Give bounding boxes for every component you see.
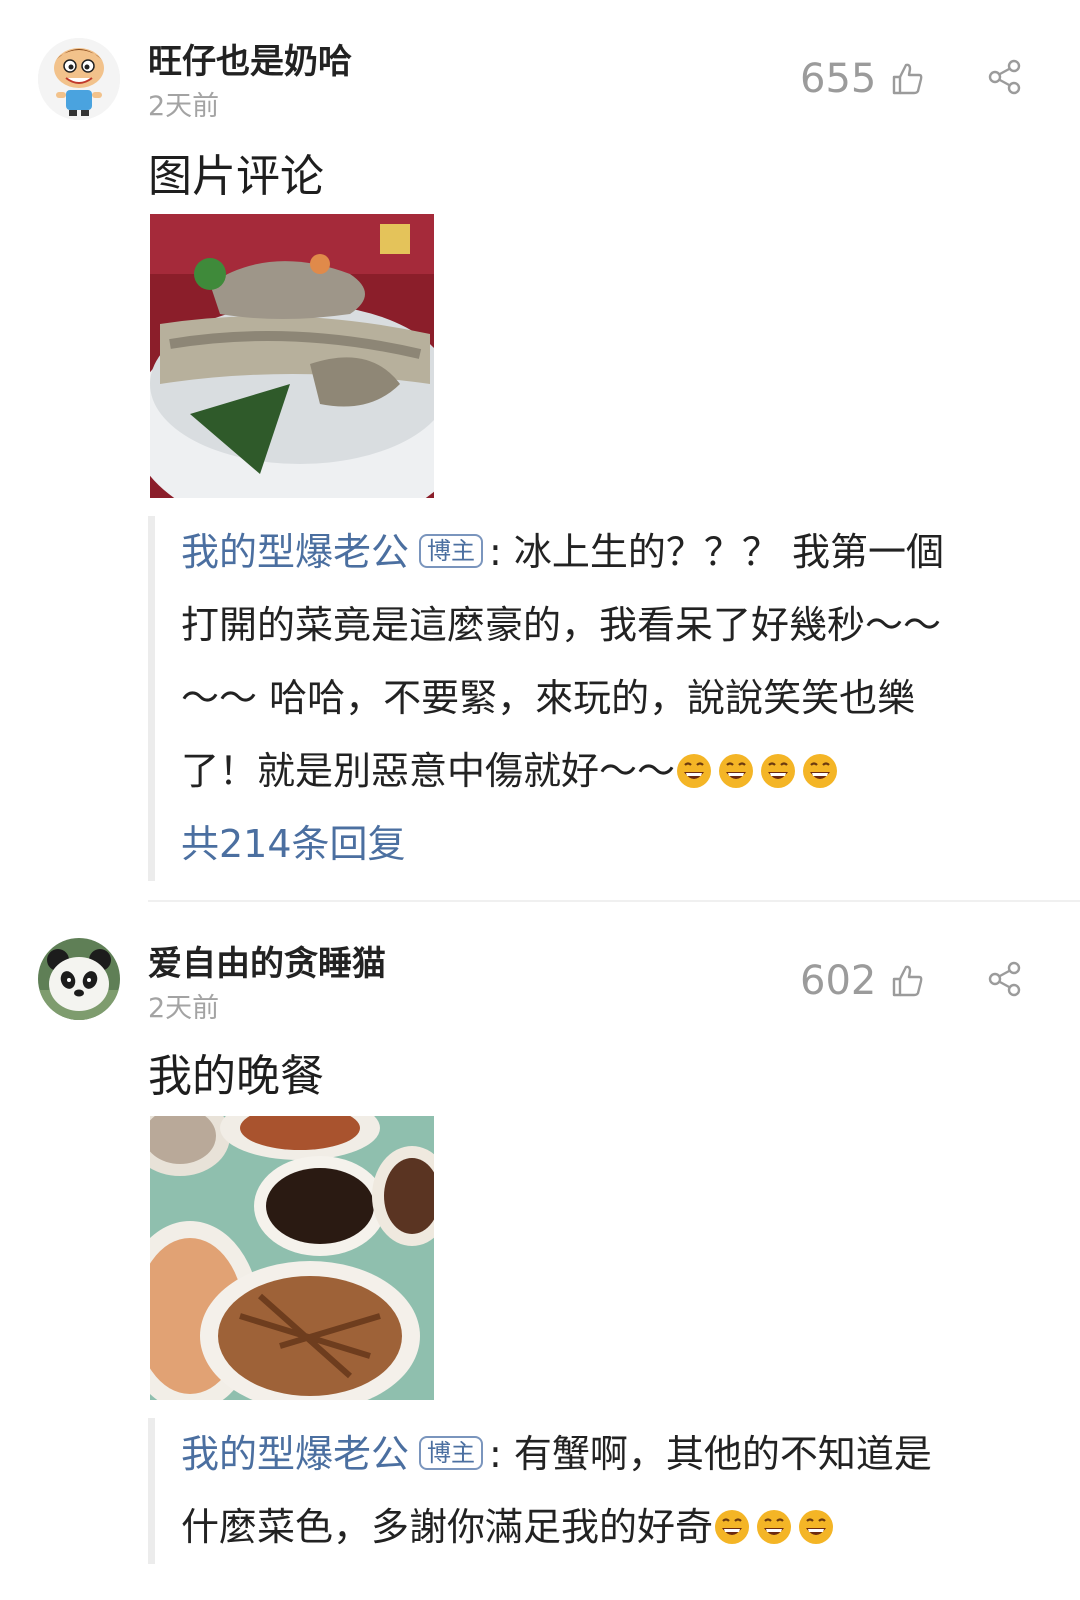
laughing-emoji-icon	[675, 752, 713, 790]
thumbs-up-icon	[893, 63, 923, 95]
reply-text: 有蟹啊，其他的不知道是	[513, 1432, 932, 1476]
laughing-emoji-icon	[797, 1508, 835, 1546]
like-button[interactable]: 602	[800, 958, 926, 1004]
reply-author[interactable]: 我的型爆老公	[181, 1432, 409, 1476]
laughing-emoji-icon	[755, 1508, 793, 1546]
panda-avatar-icon	[38, 938, 120, 1020]
like-count: 655	[800, 56, 877, 102]
reply-block: 我的型爆老公 博主: 冰上生的？？？ 我第一個 打開的菜竟是這麼豪的，我看呆了好幾…	[148, 516, 1061, 881]
reply-line: 我的型爆老公 博主: 有蟹啊，其他的不知道是	[181, 1418, 1061, 1491]
reply-text: 冰上生的？？？ 我第一個	[513, 530, 945, 574]
seafood-platter-image	[150, 214, 434, 498]
reply-author[interactable]: 我的型爆老公	[181, 530, 409, 574]
author-badge: 博主	[419, 1436, 484, 1470]
share-button[interactable]	[986, 58, 1024, 96]
timestamp: 2天前	[148, 993, 220, 1024]
share-icon	[988, 59, 1021, 95]
laughing-emoji-icon	[713, 1508, 751, 1546]
username[interactable]: 旺仔也是奶哈	[148, 34, 352, 83]
comment-divider	[148, 900, 1080, 902]
author-badge: 博主	[419, 534, 484, 568]
reply-line: ～～ 哈哈，不要緊，來玩的，說說笑笑也樂	[181, 676, 916, 720]
comment-photo[interactable]	[150, 1116, 434, 1400]
share-button[interactable]	[986, 960, 1024, 998]
comment-text: 我的晚餐	[148, 1051, 324, 1102]
reply-text: 什麼菜色，多謝你滿足我的好奇	[181, 1505, 714, 1549]
laughing-emoji-icon	[717, 752, 755, 790]
reply-line: 我的型爆老公 博主: 冰上生的？？？ 我第一個	[181, 516, 1061, 589]
cartoon-boy-avatar-icon	[38, 38, 120, 120]
reply-line: 打開的菜竟是這麼豪的，我看呆了好幾秒～～	[181, 603, 942, 647]
like-count: 602	[800, 958, 877, 1004]
user-avatar[interactable]	[38, 38, 120, 120]
reply-line: 了！就是別惡意中傷就好～～	[181, 735, 1061, 808]
reply-text: 了！就是別惡意中傷就好～～	[181, 749, 676, 793]
dinner-dishes-image	[150, 1116, 434, 1400]
like-button[interactable]: 655	[800, 56, 926, 102]
share-icon	[988, 961, 1021, 997]
username[interactable]: 爱自由的贪睡猫	[148, 936, 386, 985]
laughing-emoji-icon	[801, 752, 839, 790]
reply-block: 我的型爆老公 博主: 有蟹啊，其他的不知道是 什麼菜色，多謝你滿足我的好奇	[148, 1418, 1061, 1564]
timestamp: 2天前	[148, 91, 220, 122]
comment-text: 图片评论	[148, 151, 324, 202]
reply-line: 什麼菜色，多謝你滿足我的好奇	[181, 1491, 1061, 1564]
reply-separator: :	[489, 530, 502, 574]
comment-photo[interactable]	[150, 214, 434, 498]
thumbs-up-icon	[893, 965, 923, 997]
laughing-emoji-icon	[759, 752, 797, 790]
user-avatar[interactable]	[38, 938, 120, 1020]
reply-separator: :	[489, 1432, 502, 1476]
view-replies-link[interactable]: 共214条回复	[181, 808, 1061, 881]
